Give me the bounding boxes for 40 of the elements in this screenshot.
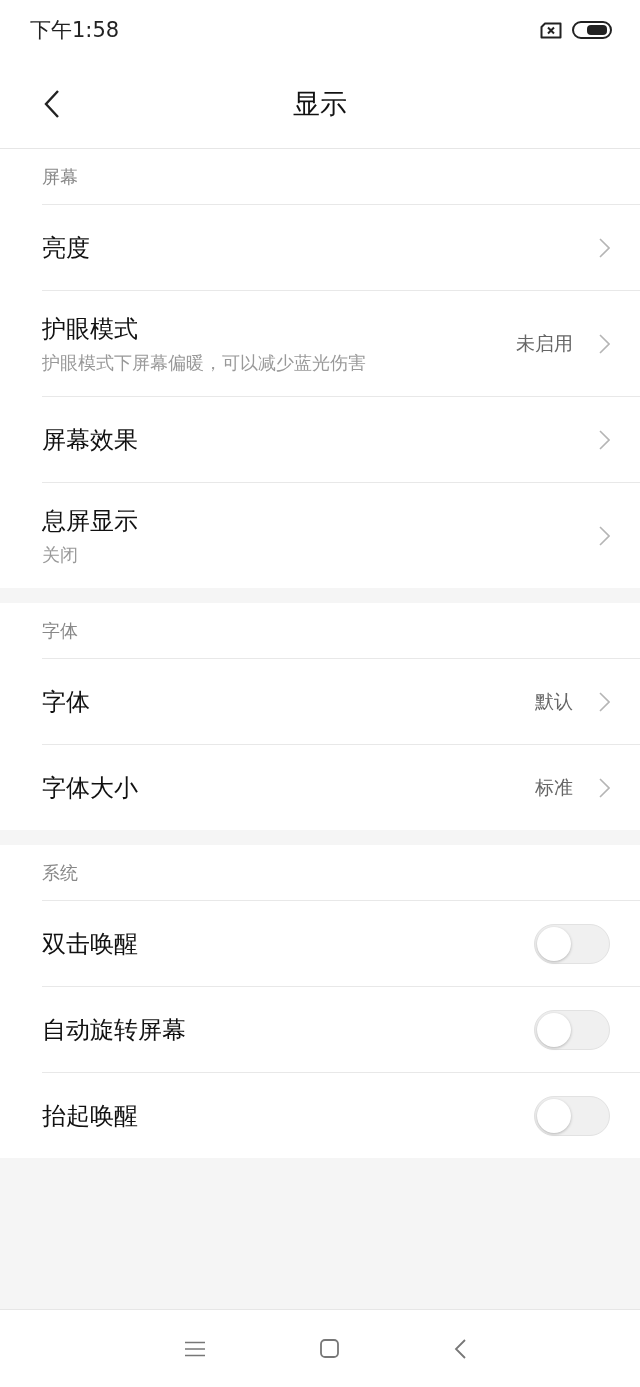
- row-value: 标准: [535, 774, 573, 800]
- menu-icon[interactable]: [184, 1340, 205, 1357]
- back-icon[interactable]: [44, 89, 60, 119]
- settings-row[interactable]: 自动旋转屏幕: [42, 986, 640, 1072]
- toggle-switch[interactable]: [534, 1009, 610, 1050]
- chevron-right-icon: [599, 333, 610, 354]
- row-value: 默认: [535, 688, 573, 714]
- page-title: 显示: [293, 87, 347, 121]
- row-value: 未启用: [516, 330, 573, 356]
- row-subtitle: 护眼模式下屏幕偏暖，可以减少蓝光伤害: [42, 350, 367, 375]
- settings-row[interactable]: 屏幕效果: [42, 396, 640, 482]
- battery-icon: [572, 21, 612, 39]
- section-header: 系统: [42, 860, 78, 885]
- home-icon[interactable]: [319, 1339, 339, 1358]
- toggle-switch[interactable]: [534, 1095, 610, 1136]
- settings-row[interactable]: 护眼模式 护眼模式下屏幕偏暖，可以减少蓝光伤害 未启用: [42, 290, 640, 396]
- chevron-right-icon: [599, 777, 610, 798]
- row-title: 字体大小: [42, 772, 139, 804]
- chevron-right-icon: [599, 525, 610, 546]
- row-title: 屏幕效果: [42, 424, 139, 456]
- row-title: 亮度: [42, 232, 91, 264]
- row-title: 护眼模式: [42, 313, 139, 345]
- settings-row[interactable]: 双击唤醒: [42, 900, 640, 986]
- section-header: 字体: [42, 618, 78, 643]
- toggle-switch[interactable]: [534, 923, 610, 964]
- settings-row[interactable]: 字体 默认: [42, 658, 640, 744]
- chevron-right-icon: [599, 429, 610, 450]
- chevron-right-icon: [599, 691, 610, 712]
- settings-row[interactable]: 亮度: [42, 204, 640, 290]
- row-title: 自动旋转屏幕: [42, 1014, 187, 1046]
- chevron-right-icon: [599, 237, 610, 258]
- row-title: 字体: [42, 686, 91, 718]
- section-header: 屏幕: [42, 164, 78, 189]
- settings-row[interactable]: 抬起唤醒: [42, 1072, 640, 1158]
- status-time: 下午1:58: [30, 17, 120, 44]
- row-title: 抬起唤醒: [42, 1100, 139, 1132]
- no-sim-icon: [540, 21, 562, 39]
- row-title: 息屏显示: [42, 505, 139, 537]
- row-title: 双击唤醒: [42, 928, 139, 960]
- row-subtitle: 关闭: [42, 542, 79, 567]
